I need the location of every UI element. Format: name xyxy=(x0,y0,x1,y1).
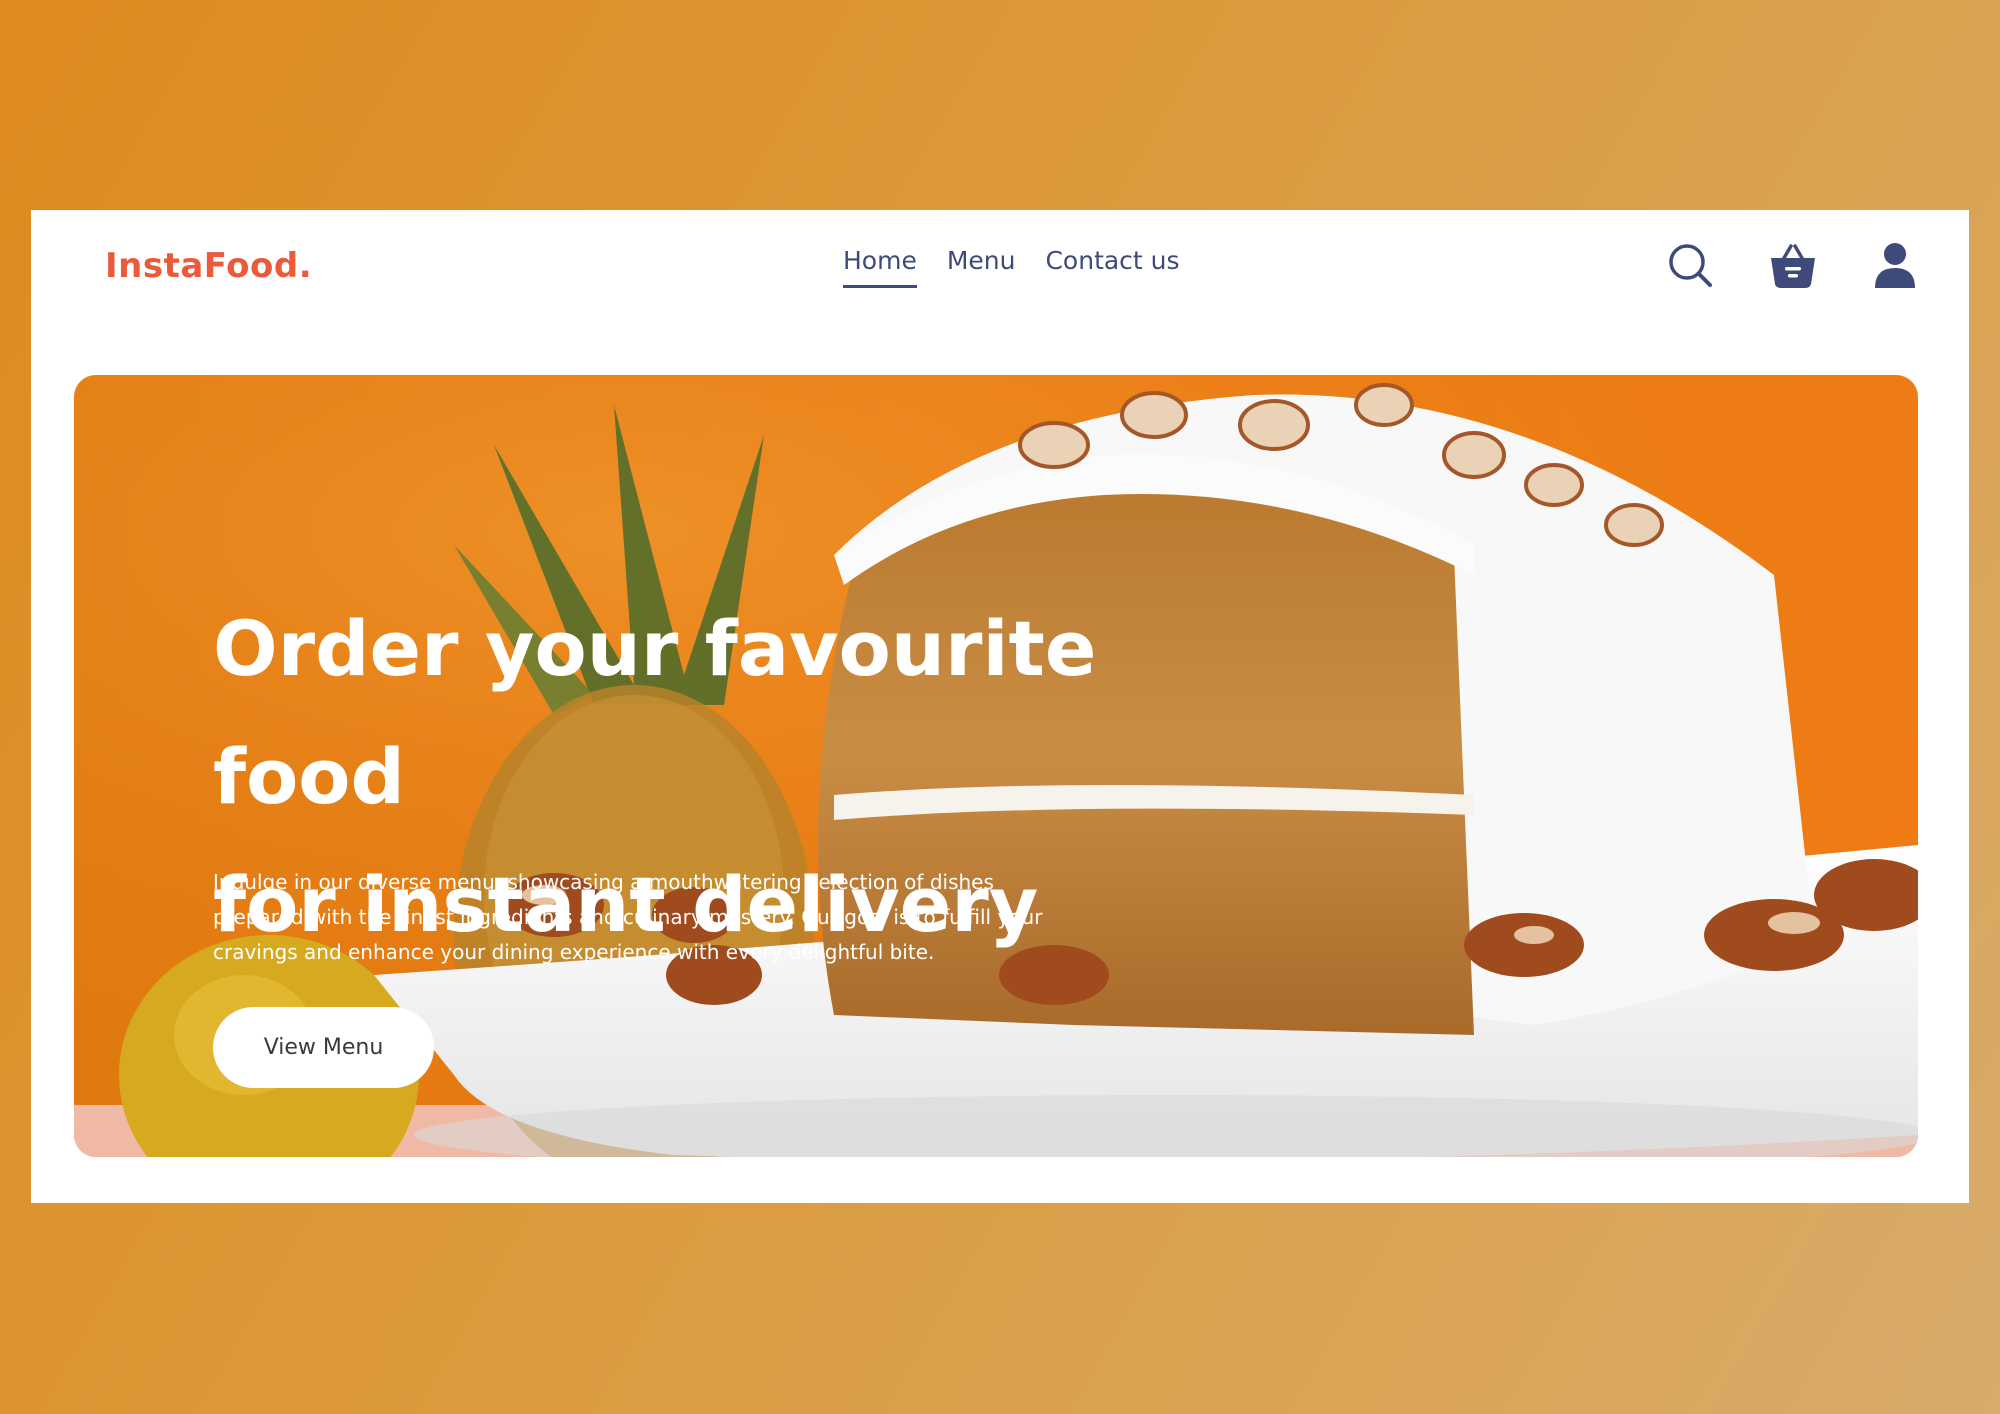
website-frame: InstaFood. Home Menu Contact us Order yo… xyxy=(31,210,1969,1203)
view-menu-button[interactable]: View Menu xyxy=(213,1007,434,1088)
nav-item-menu[interactable]: Menu xyxy=(947,246,1016,288)
nav-item-home[interactable]: Home xyxy=(843,246,917,288)
hero-description: Indulge in our diverse menu, showcasing … xyxy=(213,870,1043,964)
nav-item-contact[interactable]: Contact us xyxy=(1045,246,1179,288)
header-actions xyxy=(1665,240,1921,292)
brand-logo[interactable]: InstaFood. xyxy=(105,246,312,286)
search-icon[interactable] xyxy=(1665,240,1717,292)
main-nav: Home Menu Contact us xyxy=(843,246,1180,288)
basket-icon[interactable] xyxy=(1767,240,1819,292)
hero-title-line-1: Order your favourite food xyxy=(213,604,1097,821)
user-icon[interactable] xyxy=(1869,240,1921,292)
hero-banner: Order your favourite food for instant de… xyxy=(74,375,1918,1157)
